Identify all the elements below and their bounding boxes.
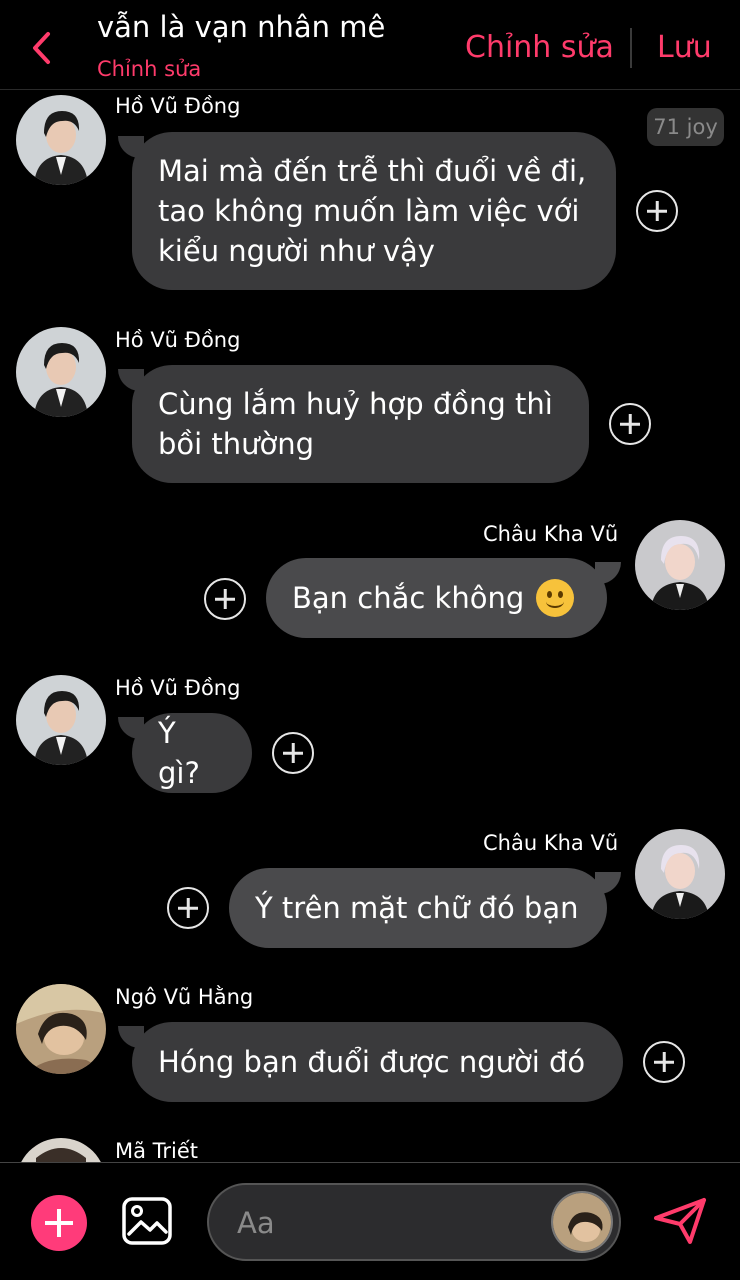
react-button[interactable] [636,190,678,232]
sender-name: Châu Kha Vũ [483,522,619,546]
chat-header: vẫn là vạn nhân mê Chỉnh sửa Chỉnh sửa L… [0,0,740,90]
message-text: Ý trên mặt chữ đó bạn [255,891,579,925]
composer-bar [0,1162,740,1280]
message-text: Cùng lắm huỷ hợp đồng thì bồi thường [158,387,553,461]
add-button[interactable] [31,1195,87,1251]
avatar-chau-kha-vu[interactable] [635,829,725,919]
avatar-ho-vu-dong[interactable] [16,327,106,417]
sender-name: Hồ Vũ Đồng [115,676,241,700]
profile-photo-icon [16,675,106,765]
sender-name: Hồ Vũ Đồng [115,328,241,352]
react-button[interactable] [167,887,209,929]
profile-photo-icon [553,1193,611,1251]
sender-name: Mã Triết [115,1139,199,1163]
edit-button[interactable]: Chỉnh sửa [465,30,614,65]
header-divider [630,28,632,68]
message-bubble[interactable]: Mai mà đến trễ thì đuổi về đi, tao không… [118,132,616,290]
message-bubble[interactable]: Cùng lắm huỷ hợp đồng thì bồi thường [118,365,589,483]
chevron-left-icon [33,32,50,64]
chat-title: vẫn là vạn nhân mê [97,10,386,44]
react-button[interactable] [272,732,314,774]
react-button[interactable] [609,403,651,445]
sender-name: Châu Kha Vũ [483,831,619,855]
image-icon [122,1197,172,1245]
react-button[interactable] [643,1041,685,1083]
profile-photo-icon [16,327,106,417]
sender-name: Hồ Vũ Đồng [115,94,241,118]
image-button[interactable] [121,1196,173,1246]
message-text: Ý gì? [158,716,200,790]
chat-subtitle[interactable]: Chỉnh sửa [97,57,201,81]
avatar-ho-vu-dong[interactable] [16,95,106,185]
avatar-ngo-vu-hang[interactable] [16,984,106,1074]
send-icon [654,1198,706,1244]
message-bubble[interactable]: Ý trên mặt chữ đó bạn [229,868,621,948]
message-bubble[interactable]: Bạn chắc không [266,558,621,638]
message-bubble[interactable]: Ý gì? [118,713,252,793]
avatar-chau-kha-vu[interactable] [635,520,725,610]
profile-photo-icon [16,95,106,185]
message-text: Hóng bạn đuổi được người đó [158,1045,586,1079]
slightly-smiling-face-icon [536,579,575,617]
sender-name: Ngô Vũ Hằng [115,985,254,1009]
save-button[interactable]: Lưu [657,30,712,65]
back-button[interactable] [26,26,60,70]
send-button[interactable] [652,1196,708,1246]
profile-photo-icon [635,520,725,610]
avatar-ho-vu-dong[interactable] [16,675,106,765]
joy-badge: 71 joy [647,108,724,146]
message-bubble[interactable]: Hóng bạn đuổi được người đó [118,1022,623,1102]
message-input-container[interactable] [207,1183,621,1261]
input-avatar[interactable] [551,1191,613,1253]
react-button[interactable] [204,578,246,620]
profile-photo-icon [16,984,106,1074]
message-text: Bạn chắc không [292,581,525,615]
profile-photo-icon [635,829,725,919]
message-input[interactable] [237,1203,537,1243]
message-text: Mai mà đến trễ thì đuổi về đi, tao không… [158,154,587,268]
